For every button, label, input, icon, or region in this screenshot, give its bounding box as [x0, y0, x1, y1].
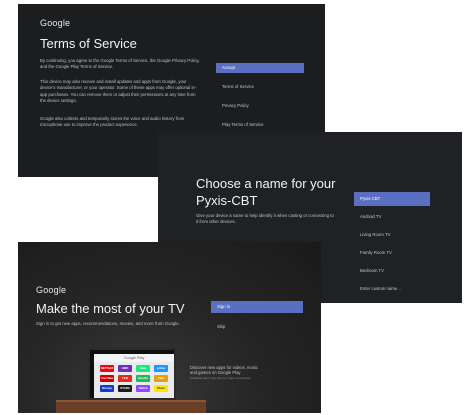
app-tile-twitch: Twitch	[136, 385, 150, 392]
play-caption: Discover new apps for videos, music and …	[190, 365, 260, 381]
app-tile-spotify: Spotify	[136, 375, 150, 382]
tv-stand	[56, 400, 206, 413]
tv-screen: Google Play NETFLIX HBO hulu prime YouTube TE…	[94, 354, 174, 398]
sign-in-description: Sign in to get new apps, recommendations…	[36, 321, 180, 326]
google-logo: Google	[40, 18, 71, 28]
name-option-bedroom-tv[interactable]: Bedroom TV	[354, 266, 430, 276]
google-logo: Google	[36, 285, 67, 295]
play-caption-text: Discover new apps for videos, music and …	[190, 365, 258, 376]
terms-of-service-link[interactable]: Terms of Service	[216, 82, 304, 92]
privacy-policy-link[interactable]: Privacy Policy	[216, 101, 304, 111]
app-tile-netflix: NETFLIX	[100, 365, 114, 372]
page-title: Make the most of your TV	[36, 301, 185, 316]
play-caption-subtext: Available apps may vary by region and de…	[190, 375, 251, 380]
app-tile-hbo: HBO	[118, 365, 132, 372]
accept-button[interactable]: Accept	[216, 63, 304, 73]
sign-in-button[interactable]: Sign in	[211, 301, 303, 313]
app-tile-plex: Plex	[154, 375, 168, 382]
sign-in-screen: Google Make the most of your TV Sign in …	[18, 242, 321, 413]
google-play-header: Google Play	[94, 354, 174, 362]
skip-button[interactable]: Skip	[211, 322, 303, 332]
app-tile-ted: TED	[118, 375, 132, 382]
app-tile-youtube: YouTube	[100, 375, 114, 382]
play-terms-link[interactable]: Play Terms of Service	[216, 120, 304, 130]
page-title-line-1: Choose a name for your	[196, 176, 336, 191]
terms-menu: Accept Terms of Service Privacy Policy P…	[216, 63, 304, 139]
name-option-custom[interactable]: Enter custom name...	[354, 284, 430, 294]
terms-paragraph-2: This device may also receive and install…	[40, 79, 197, 104]
name-option-android-tv[interactable]: Android TV	[354, 212, 430, 222]
page-title: Terms of Service	[40, 36, 137, 51]
app-tile-prime: prime	[154, 365, 168, 372]
device-name-description: Give your device a name to help identify…	[196, 213, 334, 225]
sign-in-menu: Sign in Skip	[211, 301, 303, 341]
app-tile-disney: Disney	[100, 385, 114, 392]
terms-paragraph-3: Google also collects and temporarily sto…	[40, 116, 185, 128]
app-tile-pluto: Pluto	[154, 385, 168, 392]
app-tile-hulu: hulu	[136, 365, 150, 372]
terms-paragraph-1: By continuing, you agree to the Google T…	[40, 58, 200, 70]
page-title-line-2: Pyxis-CBT	[196, 193, 258, 208]
device-name-menu: Pyxis-CBT Android TV Living Room TV Fami…	[354, 192, 430, 302]
tv-frame: Google Play NETFLIX HBO hulu prime YouTube TE…	[88, 348, 176, 400]
name-option-living-room-tv[interactable]: Living Room TV	[354, 230, 430, 240]
name-option-family-room-tv[interactable]: Family Room TV	[354, 248, 430, 258]
name-option-pyxis-cbt[interactable]: Pyxis-CBT	[354, 192, 430, 206]
app-tile-starz: STARZ	[118, 385, 132, 392]
